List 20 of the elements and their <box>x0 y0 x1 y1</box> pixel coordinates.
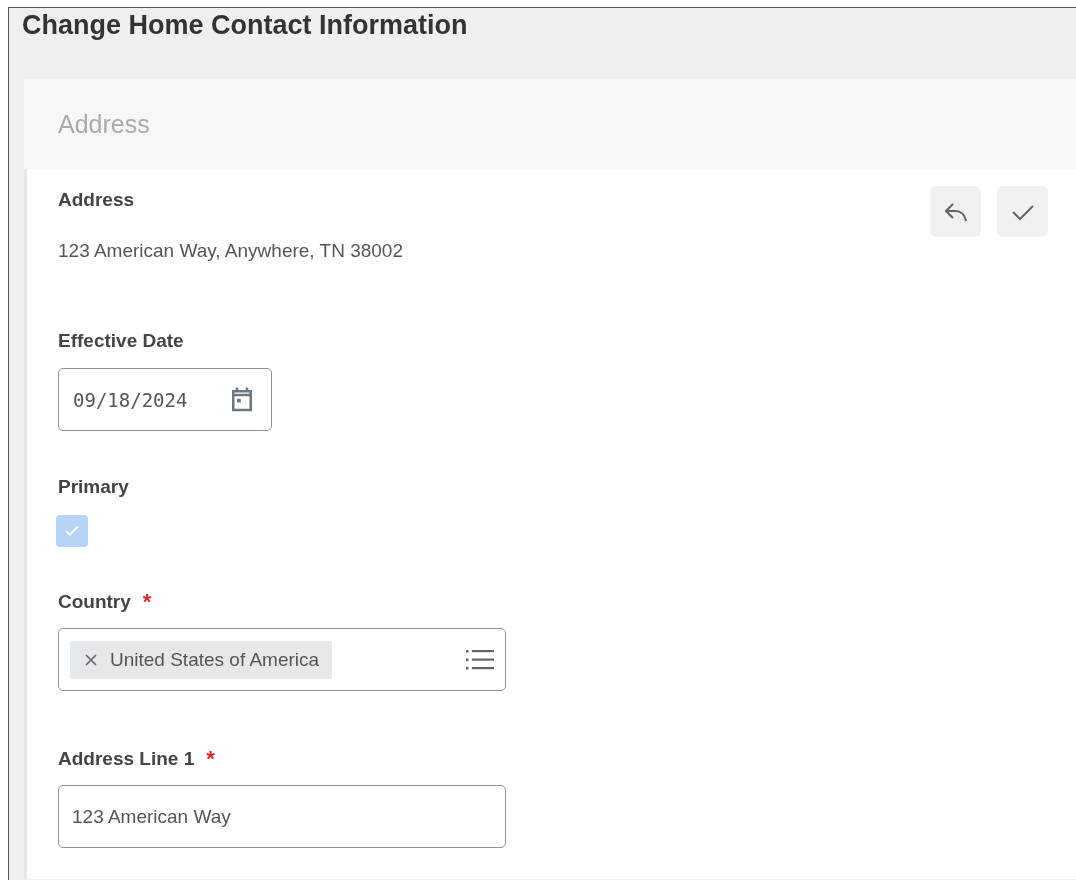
save-button[interactable] <box>997 186 1048 237</box>
checkmark-icon <box>1010 202 1035 221</box>
undo-button[interactable] <box>930 186 981 237</box>
address-text: 123 American Way, Anywhere, TN 38002 <box>58 240 403 262</box>
field-label: Country <box>58 591 131 613</box>
field-label: Primary <box>58 476 129 498</box>
section-title: Address <box>58 109 150 139</box>
page-title: Change Home Contact Information <box>22 9 469 42</box>
reply-arrow-icon <box>942 200 969 223</box>
required-marker: * <box>142 589 152 615</box>
chip-text: United States of America <box>110 648 320 671</box>
date-field[interactable]: 09/18/2024 <box>58 368 272 431</box>
required-marker: * <box>206 746 215 772</box>
country-select-field[interactable]: United States of America <box>58 628 506 691</box>
remove-icon[interactable] <box>84 652 98 667</box>
list-icon[interactable] <box>466 648 494 671</box>
field-label: Address <box>58 189 135 211</box>
field-label: Address Line 1 <box>58 748 195 770</box>
address-line-input[interactable]: 123 American Way <box>58 785 506 848</box>
field-label: Effective Date <box>58 330 184 352</box>
